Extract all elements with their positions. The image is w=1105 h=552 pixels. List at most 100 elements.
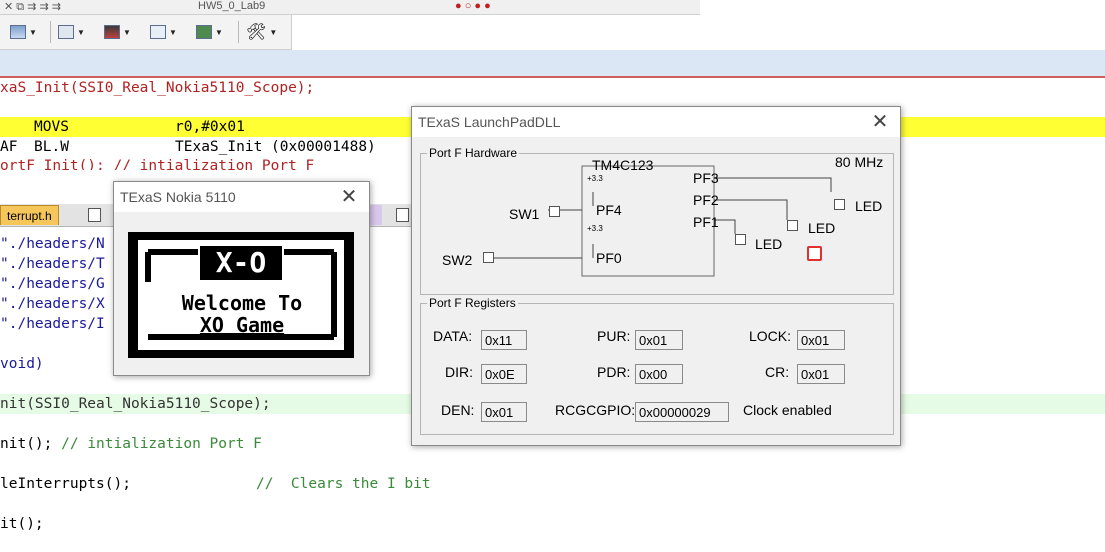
- group-label: Port F Registers: [427, 296, 518, 310]
- close-icon[interactable]: ✕: [868, 110, 892, 134]
- chevron-down-icon: ▼: [215, 27, 223, 37]
- lock-register-value: 0x01: [797, 330, 845, 350]
- nokia-title-bar[interactable]: TExaS Nokia 5110 ✕: [114, 182, 369, 212]
- rcgcgpio-register-value: 0x00000029: [635, 402, 729, 422]
- view-toolbar: ▼ ▼ ▼ ▼ ▼ 🛠 ▼: [0, 14, 292, 50]
- code-text: "./headers/T: [0, 256, 105, 272]
- asm-address: AF: [0, 139, 18, 155]
- close-icon[interactable]: ✕: [337, 185, 361, 209]
- code-text: "./headers/X: [0, 296, 105, 312]
- lock-register-label: LOCK:: [749, 328, 792, 344]
- code-line: xaS_Init(SSI0_Real_Nokia5110_Scope);: [0, 78, 1105, 98]
- chart-icon: [104, 25, 120, 39]
- chevron-down-icon: ▼: [123, 27, 131, 37]
- launchpad-dll-window: TExaS LaunchPadDLL ✕ Port F Hardware TM4C…: [411, 106, 901, 446]
- sw1-switch[interactable]: [549, 206, 560, 217]
- window-layout-button[interactable]: ▼: [10, 21, 37, 43]
- led-pf1-label: LED: [755, 236, 783, 252]
- pdr-register-label: PDR:: [597, 364, 631, 380]
- code-text: xaS_Init(SSI0_Real_Nokia5110_Scope);: [0, 80, 315, 96]
- sw2-label: SW2: [442, 252, 473, 268]
- led-pf1-indicator: [735, 234, 746, 245]
- pullup-voltage: +3.3: [587, 174, 603, 183]
- asm-operands: TExaS_Init (0x00001488): [175, 139, 376, 155]
- code-text: it();: [0, 516, 44, 532]
- pin-pf4: PF4: [596, 202, 622, 218]
- toolbox-button[interactable]: 🛠 ▼: [246, 21, 277, 43]
- tab-label: terrupt.h: [7, 209, 52, 223]
- list-icon: [150, 25, 166, 39]
- pur-register-value: 0x01: [635, 330, 683, 350]
- code-comment: // Clears the I bit: [256, 476, 431, 492]
- tab-interrupt-h[interactable]: terrupt.h: [0, 205, 59, 225]
- code-comment: // intialization Port F: [61, 436, 262, 452]
- led-pf3-label: LED: [855, 198, 883, 214]
- lcd-welcome-text: Welcome To: [181, 291, 303, 315]
- pur-register-label: PUR:: [597, 328, 631, 344]
- window-title: TExaS Nokia 5110: [120, 189, 236, 205]
- asm-instruction: MOVS: [34, 119, 69, 135]
- pin-pf1: PF1: [693, 214, 719, 230]
- chip-label: TM4C123: [592, 157, 654, 173]
- tools-icon: 🛠: [246, 24, 267, 41]
- led-pf3-indicator: [834, 199, 845, 210]
- window-title: TExaS LaunchPadDLL: [418, 114, 561, 130]
- code-text: "./headers/I: [0, 316, 105, 332]
- data-register-value: 0x11: [481, 330, 527, 350]
- code-text: void): [0, 356, 44, 372]
- tab-hidden[interactable]: [368, 205, 382, 225]
- cr-register-value: 0x01: [797, 364, 845, 384]
- target-select[interactable]: HW5_0_Lab9: [198, 0, 265, 12]
- port-f-registers-group: Port F Registers DATA: 0x11 PUR: 0x01 LO…: [420, 296, 894, 435]
- toolbar-partial-icons: ✕ ⧉ ⇉ ⇉ ⇉: [4, 1, 61, 13]
- asm-instruction: BL.W: [34, 139, 69, 155]
- pdr-register-value: 0x00: [635, 364, 683, 384]
- grid-icon: [10, 25, 26, 39]
- code-text: "./headers/N: [0, 236, 105, 252]
- port-f-hardware-group: Port F Hardware TM4C123 80 MHz +3.3 +3.3…: [420, 146, 894, 295]
- pin-pf2: PF2: [693, 192, 719, 208]
- den-register-label: DEN:: [441, 402, 475, 418]
- den-register-value: 0x01: [481, 402, 527, 422]
- file-icon[interactable]: [396, 208, 409, 222]
- data-register-label: DATA:: [433, 328, 473, 344]
- led-pf2-label: LED: [808, 220, 836, 236]
- top-toolbar-strip: ✕ ⧉ ⇉ ⇉ ⇉ HW5_0_Lab9 ● ○ ● ●: [0, 0, 700, 15]
- code-text: "./headers/G: [0, 276, 105, 292]
- code-text: nit(SSI0_Real_Nokia5110_Scope);: [0, 396, 271, 412]
- toolbar-separator: [238, 21, 239, 43]
- dir-register-label: DIR:: [445, 364, 473, 380]
- nokia5110-window: TExaS Nokia 5110 ✕ X-O Welcome To XO Game: [113, 181, 370, 376]
- system-viewer-button[interactable]: ▼: [196, 21, 223, 43]
- red-led-icon: [807, 246, 822, 261]
- toolbar-separator: [50, 21, 51, 43]
- debug-icons: ● ○ ● ●: [455, 0, 491, 12]
- dir-register-value: 0x0E: [481, 364, 527, 384]
- chip-icon: [196, 25, 212, 39]
- rcgcgpio-register-label: RCGCGPIO:: [555, 402, 636, 418]
- lcd-xo-title: X-O: [215, 246, 267, 279]
- cr-register-label: CR:: [765, 364, 790, 380]
- disassembly-header: [0, 50, 1105, 77]
- clock-frequency: 80 MHz: [835, 154, 884, 170]
- clock-status: Clock enabled: [743, 402, 832, 418]
- nokia-lcd-screen: X-O Welcome To XO Game: [128, 232, 354, 358]
- terminal-icon: [58, 25, 74, 39]
- led-pf2-indicator: [787, 220, 798, 231]
- serial-window-button[interactable]: ▼: [58, 21, 85, 43]
- sw1-label: SW1: [509, 206, 540, 222]
- pin-pf0: PF0: [596, 250, 622, 266]
- pullup-voltage: +3.3: [587, 224, 603, 233]
- analysis-window-button[interactable]: ▼: [104, 21, 131, 43]
- code-line: leInterrupts(); // Clears the I bit: [0, 474, 1105, 494]
- trace-window-button[interactable]: ▼: [150, 21, 177, 43]
- pin-pf3: PF3: [693, 170, 719, 186]
- code-text: nit();: [0, 436, 53, 452]
- file-icon[interactable]: [88, 208, 101, 222]
- launchpad-title-bar[interactable]: TExaS LaunchPadDLL ✕: [412, 107, 900, 137]
- code-line: it();: [0, 514, 1105, 534]
- chevron-down-icon: ▼: [169, 27, 177, 37]
- chevron-down-icon: ▼: [29, 27, 37, 37]
- asm-operands: r0,#0x01: [175, 119, 245, 135]
- sw2-switch[interactable]: [483, 252, 494, 263]
